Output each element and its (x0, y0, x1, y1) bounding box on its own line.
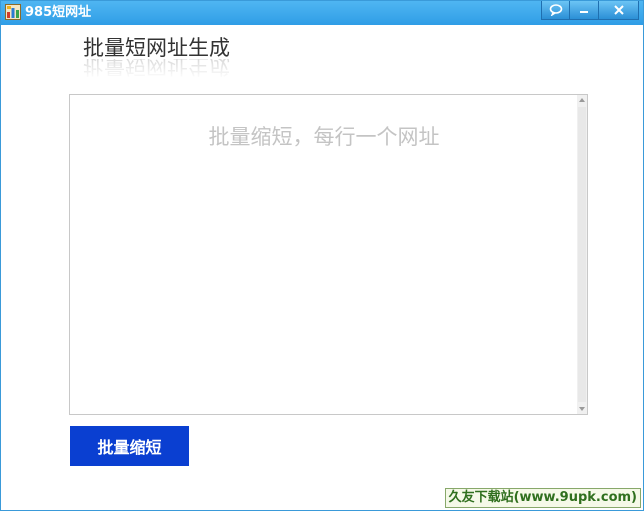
scroll-up-button[interactable] (577, 95, 587, 105)
app-icon (5, 4, 21, 20)
page-title: 批量短网址生成 (83, 36, 230, 60)
url-input-box (69, 94, 588, 415)
minimize-button[interactable] (570, 1, 599, 20)
title-bar[interactable]: 985短网址 (1, 1, 643, 25)
caret-up-icon (579, 98, 585, 102)
url-list-input[interactable] (70, 95, 578, 414)
site-watermark: 久友下载站(www.9upk.com) (444, 488, 641, 508)
scroll-track[interactable] (578, 107, 586, 402)
app-window: 985短网址 批量短网址生成 批量短网址生成 批量缩短，每行一个网址 批量缩短 … (0, 0, 644, 511)
batch-shorten-button[interactable]: 批量缩短 (70, 426, 189, 466)
window-title: 985短网址 (25, 5, 92, 20)
close-icon (613, 5, 624, 15)
speech-bubble-icon (549, 4, 562, 16)
close-button[interactable] (599, 1, 639, 20)
minimize-icon (580, 11, 588, 13)
page-title-reflection: 批量短网址生成 (83, 59, 230, 78)
window-controls (541, 1, 639, 21)
vertical-scrollbar[interactable] (577, 95, 587, 414)
scroll-down-button[interactable] (577, 404, 587, 414)
help-button[interactable] (541, 1, 570, 20)
caret-down-icon (579, 407, 585, 411)
